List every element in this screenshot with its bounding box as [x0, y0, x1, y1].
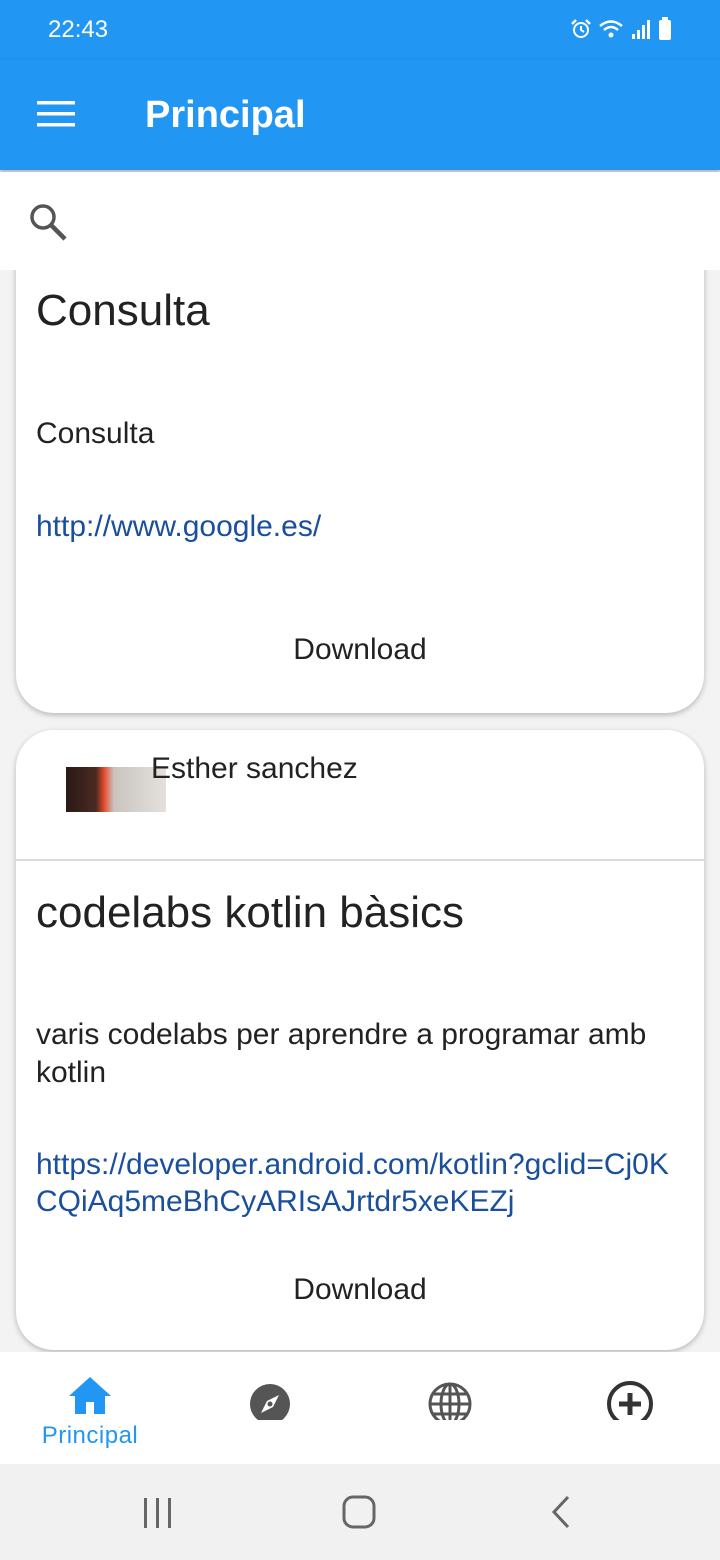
home-icon [69, 1377, 111, 1414]
alarm-icon [571, 19, 591, 38]
author-name: Esther sanchez [151, 752, 358, 785]
download-button[interactable]: Download [16, 633, 704, 667]
post-feed: Consulta Consulta http://www.google.es/ … [0, 270, 720, 1352]
post-title: codelabs kotlin bàsics [36, 888, 465, 937]
status-bar: 22:43 [0, 0, 720, 60]
compass-icon [250, 1384, 290, 1420]
post-description: Consulta [36, 417, 155, 450]
search-bar [0, 172, 720, 270]
post-description: varis codelabs per aprendre a programar … [36, 1018, 647, 1089]
nav-label-principal: Principal [41, 1422, 139, 1449]
status-icons [570, 17, 672, 41]
nav-item-add[interactable] [540, 1352, 720, 1464]
post-link[interactable]: https://developer.android.com/kotlin?gcl… [36, 1146, 676, 1220]
post-author-row: Esther sanchez [16, 730, 704, 861]
page-title: Principal [145, 94, 306, 136]
app-bar: Principal [0, 60, 720, 170]
status-time: 22:43 [48, 16, 109, 43]
globe-icon [428, 1382, 472, 1420]
battery-icon [659, 17, 671, 40]
recents-icon[interactable] [128, 1494, 188, 1534]
post-link[interactable]: http://www.google.es/ [36, 508, 676, 545]
search-input[interactable] [80, 196, 684, 248]
home-button-icon[interactable] [329, 1494, 389, 1534]
system-navigation-bar [0, 1464, 720, 1560]
back-icon[interactable] [532, 1494, 592, 1534]
hamburger-menu-icon[interactable] [36, 98, 76, 130]
nav-item-globe[interactable] [360, 1352, 540, 1464]
bottom-navigation: Principal [0, 1352, 720, 1464]
download-button[interactable]: Download [16, 1273, 704, 1307]
post-title: Consulta [36, 286, 210, 335]
nav-item-explore[interactable] [180, 1352, 360, 1464]
wifi-icon [599, 20, 623, 38]
post-card: Consulta Consulta http://www.google.es/ … [16, 270, 704, 713]
add-circle-icon [607, 1381, 653, 1420]
nav-item-principal[interactable]: Principal [0, 1352, 180, 1464]
post-card: Esther sanchez codelabs kotlin bàsics va… [16, 730, 704, 1350]
signal-icon [632, 20, 650, 39]
search-icon[interactable] [28, 202, 68, 242]
